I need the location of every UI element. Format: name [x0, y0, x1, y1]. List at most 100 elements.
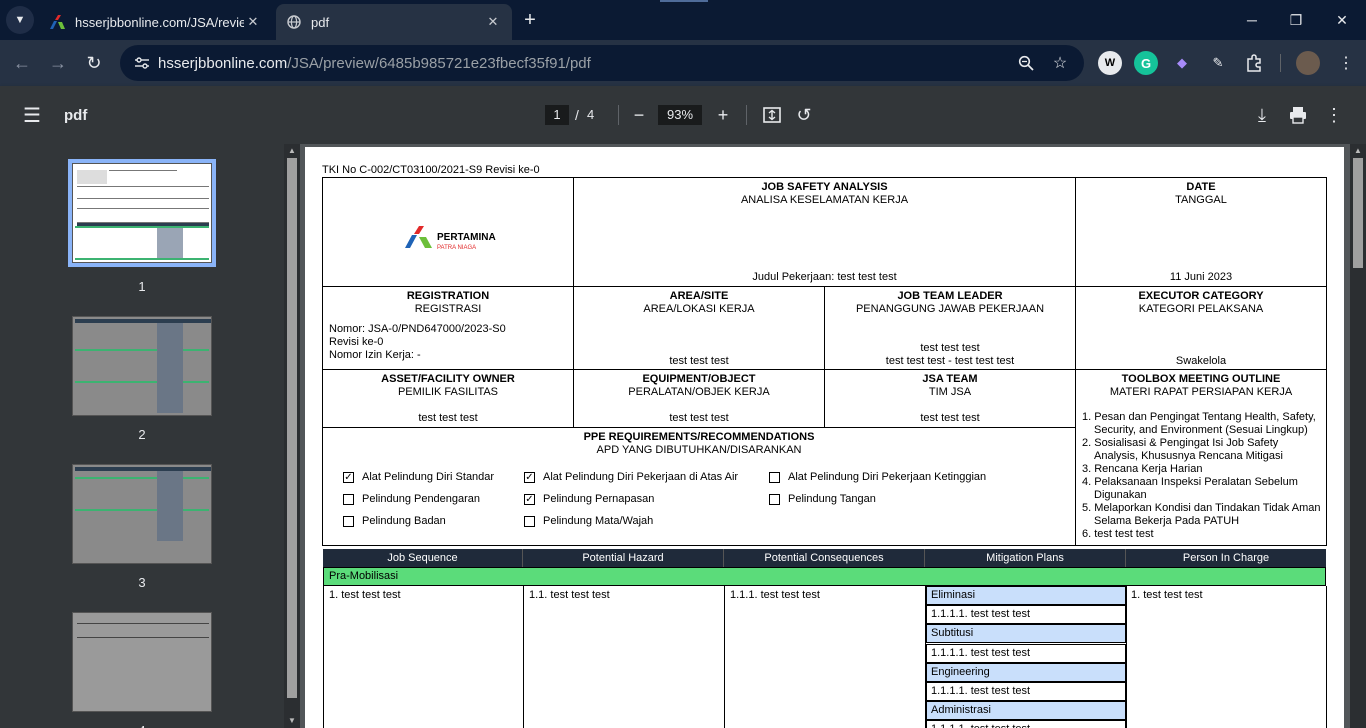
site-info-icon[interactable] — [128, 49, 156, 77]
tab-search-button[interactable]: ▼ — [6, 6, 34, 34]
url-text[interactable]: hsserjbbonline.com/JSA/preview/6485b9857… — [158, 55, 591, 72]
pdf-more-icon[interactable]: ⋮ — [1322, 103, 1346, 127]
scroll-up-icon[interactable]: ▲ — [1350, 144, 1366, 156]
tab-bar: ▼ hsserjbbonline.com/JSA/review ✕ pdf ✕ … — [0, 0, 1366, 40]
page-number-input[interactable]: 1 — [545, 105, 569, 125]
extensions-puzzle-icon[interactable] — [1242, 51, 1266, 75]
list-item: 4. Pelaksanaan Inspeksi Peralatan Sebelu… — [1082, 476, 1298, 501]
asset-cell: ASSET/FACILITY OWNER PEMILIK FASILITAS t… — [322, 369, 574, 428]
more-menu-icon[interactable]: ⋮ — [1334, 51, 1358, 75]
checkbox — [769, 493, 780, 505]
checkbox: ✓ — [524, 493, 535, 505]
back-arrow-icon[interactable]: ← — [8, 49, 36, 77]
extension-purple-icon[interactable]: ◆ — [1170, 51, 1194, 75]
list-item: 2. Sosialisasi & Pengingat Isi Job Safet… — [1082, 437, 1283, 462]
scrollbar-thumb[interactable] — [1353, 158, 1363, 268]
checkbox: ✓ — [343, 471, 354, 483]
registration-revision: Revisi ke-0 — [329, 336, 384, 348]
ppe-item: Pelindung Badan — [343, 515, 446, 527]
mitigation-category: Engineering — [926, 663, 1126, 682]
mitigation-category: Subtitusi — [926, 624, 1126, 643]
job-title: Judul Pekerjaan: test test test — [752, 271, 897, 283]
tab-title: hsserjbbonline.com/JSA/review — [75, 14, 244, 30]
thumbnail-label: 1 — [138, 279, 146, 294]
zoom-input[interactable]: 93% — [658, 105, 702, 125]
mitigation-item: 1.1.1.1. test test test — [926, 644, 1126, 663]
sidebar-scrollbar[interactable]: ▲ ▼ — [284, 144, 300, 728]
toolbox-label: TOOLBOX MEETING OUTLINE — [1121, 373, 1281, 385]
mitigation-category: Eliminasi — [926, 586, 1126, 605]
column-border — [724, 586, 725, 728]
jsa-title: JOB SAFETY ANALYSIS — [761, 181, 888, 193]
thumbnail-sidebar: 1 2 3 4 — [0, 144, 284, 728]
grammarly-extension-icon[interactable]: G — [1134, 51, 1158, 75]
hamburger-menu-icon[interactable]: ☰ — [20, 103, 44, 127]
scrollbar-thumb[interactable] — [287, 158, 297, 698]
executor-label: EXECUTOR CATEGORY — [1138, 290, 1264, 302]
equipment-value: test test test — [669, 412, 729, 424]
executor-sub: KATEGORI PELAKSANA — [1138, 303, 1264, 315]
registration-label: REGISTRATION — [406, 290, 490, 302]
chevron-down-icon: ▼ — [14, 14, 26, 26]
extension-w-icon[interactable]: W — [1098, 51, 1122, 75]
globe-icon — [286, 14, 302, 30]
leader-sub: PENANGGUNG JAWAB PEKERJAAN — [855, 303, 1045, 315]
address-bar[interactable]: hsserjbbonline.com/JSA/preview/6485b9857… — [120, 45, 1084, 81]
main-scrollbar[interactable]: ▲ — [1350, 144, 1366, 728]
date-label: DATE — [1186, 181, 1216, 193]
ppe-item: Pelindung Pendengaran — [343, 493, 480, 505]
toolbar-divider — [1280, 54, 1281, 72]
browser-toolbar: ← → ↻ hsserjbbonline.com/JSA/preview/648… — [0, 40, 1366, 86]
jsa-team-value: test test test — [920, 412, 980, 424]
rotate-icon[interactable]: ↺ — [792, 103, 816, 127]
leader-cell: JOB TEAM LEADER PENANGGUNG JAWAB PEKERJA… — [824, 286, 1076, 370]
ppe-item: Alat Pelindung Diri Pekerjaan Ketinggian — [769, 471, 986, 483]
plus-icon[interactable]: + — [518, 8, 542, 32]
area-cell: AREA/SITE AREA/LOKASI KERJA test test te… — [573, 286, 825, 370]
equipment-sub: PERALATAN/OBJEK KERJA — [628, 386, 770, 398]
zoom-in-icon[interactable]: + — [711, 103, 735, 127]
page-thumbnail-3[interactable] — [72, 464, 212, 564]
column-header: Job Sequence — [323, 549, 523, 567]
executor-cell: EXECUTOR CATEGORY KATEGORI PELAKSANA Swa… — [1075, 286, 1327, 370]
checkbox: ✓ — [524, 471, 535, 483]
job-sequence-cell: 1. test test test — [329, 589, 401, 601]
page-thumbnail-4[interactable] — [72, 612, 212, 712]
reload-icon[interactable]: ↻ — [80, 49, 108, 77]
scroll-up-icon[interactable]: ▲ — [284, 144, 300, 156]
column-border — [1126, 586, 1127, 728]
tab-review[interactable]: hsserjbbonline.com/JSA/review ✕ — [40, 4, 272, 40]
pertamina-logo-icon — [405, 226, 433, 251]
registration-number: Nomor: JSA-0/PND647000/2023-S0 — [329, 323, 506, 335]
zoom-magnifier-icon[interactable] — [1016, 53, 1036, 73]
tab-title: pdf — [311, 14, 330, 30]
print-icon[interactable] — [1286, 103, 1310, 127]
checkbox — [524, 515, 535, 527]
tab-pdf[interactable]: pdf ✕ — [276, 4, 512, 40]
profile-avatar[interactable] — [1296, 51, 1320, 75]
page-thumbnail-2[interactable] — [72, 316, 212, 416]
zoom-out-icon[interactable]: − — [627, 103, 651, 127]
restore-icon[interactable]: ❐ — [1276, 6, 1316, 34]
fit-page-icon[interactable] — [760, 103, 784, 127]
download-icon[interactable]: ⤓ — [1250, 103, 1274, 127]
scroll-down-icon[interactable]: ▼ — [284, 714, 300, 726]
logo-sub: PATRA NIAGA — [437, 245, 477, 251]
minimize-icon[interactable]: ─ — [1232, 6, 1272, 34]
toolbox-list: 1. Pesan dan Pengingat Tentang Health, S… — [1082, 411, 1322, 541]
asset-sub: PEMILIK FASILITAS — [397, 386, 499, 398]
registration-cell: REGISTRATION REGISTRASI Nomor: JSA-0/PND… — [322, 286, 574, 370]
list-item: 5. Melaporkan Kondisi dan Tindakan Tidak… — [1082, 502, 1321, 527]
bookmark-star-icon[interactable]: ☆ — [1050, 53, 1070, 73]
forward-arrow-icon[interactable]: → — [44, 49, 72, 77]
asset-label: ASSET/FACILITY OWNER — [381, 373, 515, 385]
close-window-icon[interactable]: ✕ — [1322, 6, 1362, 34]
close-icon[interactable]: ✕ — [484, 13, 502, 31]
jsa-subtitle: ANALISA KESELAMATAN KERJA — [740, 194, 909, 206]
page-thumbnail-1[interactable] — [68, 159, 216, 267]
ppe-item: Pelindung Mata/Wajah — [524, 515, 653, 527]
column-header: Mitigation Plans — [925, 549, 1126, 567]
tabstrip-indicator — [660, 0, 708, 2]
close-icon[interactable]: ✕ — [244, 13, 262, 31]
eyedropper-extension-icon[interactable]: ✎ — [1206, 51, 1230, 75]
